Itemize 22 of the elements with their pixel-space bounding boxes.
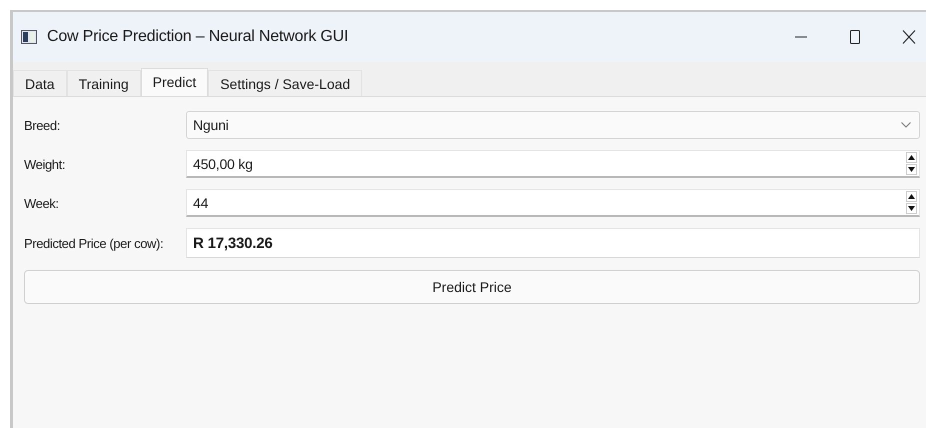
up-arrow-icon[interactable] xyxy=(906,152,917,163)
app-icon xyxy=(21,29,37,45)
down-arrow-icon[interactable] xyxy=(906,203,917,214)
spin-box[interactable]: 450,00 kg xyxy=(186,150,920,178)
close-icon[interactable] xyxy=(902,30,916,44)
spin-box[interactable]: 44 xyxy=(186,189,920,217)
maximize-icon[interactable] xyxy=(848,30,862,44)
up-arrow-icon[interactable] xyxy=(906,191,917,202)
tab[interactable]: Predict xyxy=(140,68,208,96)
field-label: Weight: xyxy=(24,156,66,172)
tab[interactable]: Settings / Save-Load xyxy=(208,70,362,96)
field-label: Week: xyxy=(24,196,60,210)
price-output: R 17,330.26 xyxy=(186,228,920,258)
predict-button[interactable]: Predict Price xyxy=(24,270,920,304)
breed-dropdown[interactable]: Nguni xyxy=(186,111,920,139)
down-arrow-icon[interactable] xyxy=(906,164,917,175)
tab[interactable]: Data xyxy=(13,70,67,96)
field-label: Predicted Price (per cow): xyxy=(24,236,164,250)
window-title: Cow Price Prediction – Neural Network GUI xyxy=(47,28,348,46)
field-label: Breed: xyxy=(24,118,61,132)
tab[interactable]: Training xyxy=(66,70,141,96)
chevron-down-icon xyxy=(901,122,911,128)
